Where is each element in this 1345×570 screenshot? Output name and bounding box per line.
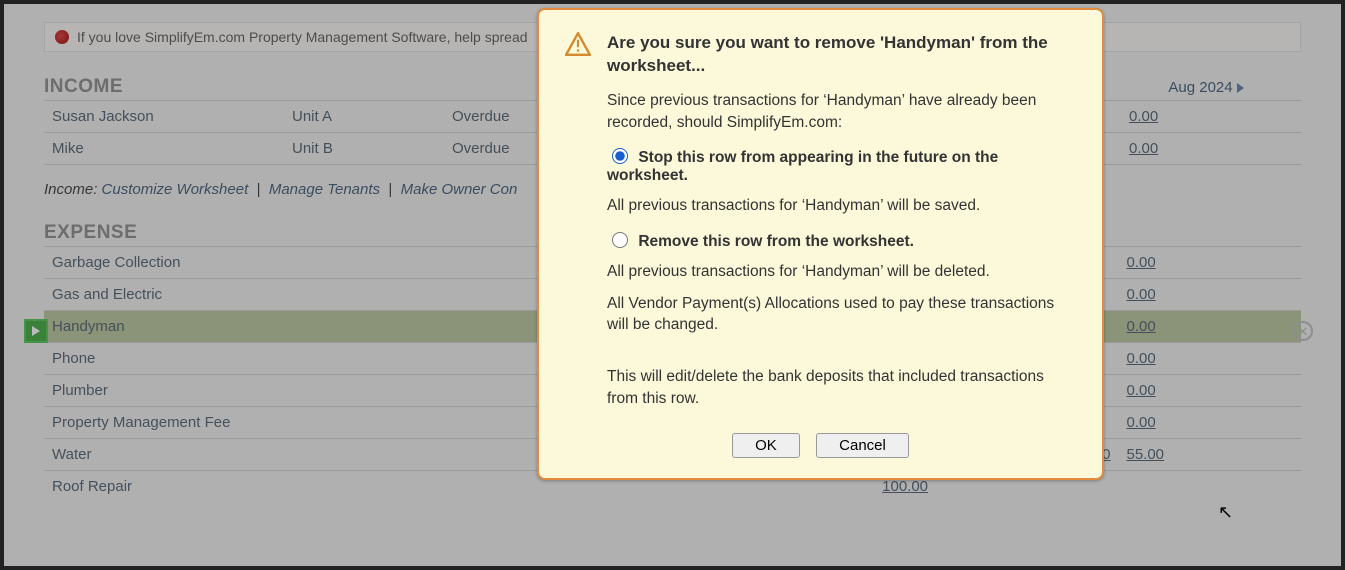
income-footer-label: Income: (44, 181, 97, 198)
expense-name: Property Management Fee (44, 407, 449, 439)
unit-name: Unit A (284, 101, 444, 133)
banner-text: If you love SimplifyEm.com Property Mana… (77, 29, 528, 45)
option-stop-row[interactable]: Stop this row from appearing in the futu… (607, 149, 998, 184)
link-manage-tenants[interactable]: Manage Tenants (269, 181, 380, 198)
option-remove-row[interactable]: Remove this row from the worksheet. (607, 233, 914, 250)
expense-name: Garbage Collection (44, 247, 449, 279)
amount-cell[interactable]: 0.00 (1118, 279, 1301, 311)
amount-cell[interactable]: 0.00 (1118, 247, 1301, 279)
row-expand-icon[interactable] (24, 319, 48, 343)
tenant-name: Mike (44, 133, 284, 165)
warning-icon (565, 32, 591, 56)
dialog-intro: Since previous transactions for ‘Handyma… (607, 90, 1076, 133)
option-stop-label: Stop this row from appearing in the futu… (607, 149, 998, 184)
option-stop-sub: All previous transactions for ‘Handyman’… (607, 195, 1076, 217)
amount-cell[interactable]: 0.00 (1121, 101, 1301, 133)
option-remove-label: Remove this row from the worksheet. (638, 233, 914, 250)
pin-icon (55, 30, 69, 44)
month-label: Aug 2024 (1168, 79, 1232, 96)
expense-name: Phone (44, 343, 449, 375)
ok-button[interactable]: OK (732, 433, 800, 458)
amount-cell[interactable]: 0.00 (1118, 343, 1301, 375)
dialog-note-allocations: All Vendor Payment(s) Allocations used t… (607, 293, 1076, 336)
tenant-name: Susan Jackson (44, 101, 284, 133)
link-customize-worksheet[interactable]: Customize Worksheet (102, 181, 249, 198)
expense-name: Roof Repair (44, 471, 449, 503)
amount-cell[interactable]: 0.00 (1118, 375, 1301, 407)
link-make-owner[interactable]: Make Owner Con (401, 181, 518, 198)
unit-name: Unit B (284, 133, 444, 165)
amount-cell[interactable]: 0.00 (1118, 407, 1301, 439)
radio-remove[interactable] (612, 232, 628, 248)
row-delete-icon[interactable]: ✕ (1293, 321, 1313, 341)
amount-cell[interactable] (1118, 471, 1301, 503)
expense-name: Gas and Electric (44, 279, 449, 311)
option-remove-sub: All previous transactions for ‘Handyman’… (607, 261, 1076, 283)
amount-cell[interactable]: 55.00 (1118, 439, 1301, 471)
amount-cell[interactable]: 0.00 (1121, 133, 1301, 165)
month-header[interactable]: Aug 2024 (1121, 79, 1301, 96)
dialog-title: Are you sure you want to remove 'Handyma… (607, 32, 1076, 78)
expense-name: Plumber (44, 375, 449, 407)
amount-cell[interactable]: 0.00 (1118, 311, 1301, 343)
expense-name: Water (44, 439, 449, 471)
radio-stop[interactable] (612, 148, 628, 164)
expense-name: Handyman (44, 311, 449, 343)
cancel-button[interactable]: Cancel (816, 433, 909, 458)
confirm-remove-dialog: Are you sure you want to remove 'Handyma… (537, 8, 1104, 480)
dialog-note-deposits: This will edit/delete the bank deposits … (607, 366, 1076, 409)
